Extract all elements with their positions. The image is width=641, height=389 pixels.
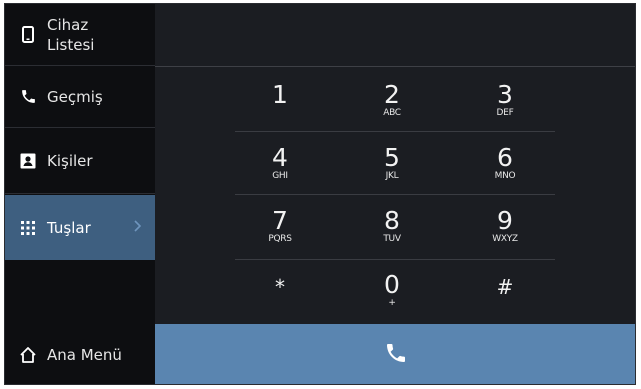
device-list-label-line2: Listesi <box>47 35 95 54</box>
key-digit: 7 <box>272 206 288 235</box>
sidebar-item-label: Ana Menü <box>47 346 122 364</box>
chevron-right-icon <box>134 219 142 236</box>
key-digit: 2 <box>384 80 400 109</box>
key-letters: GHI <box>272 171 288 181</box>
key-letters: JKL <box>385 171 399 181</box>
home-icon <box>19 346 37 364</box>
key-letters: DEF <box>496 108 514 118</box>
number-display <box>155 4 635 67</box>
key-5[interactable]: 5 JKL <box>344 143 440 182</box>
key-digit: 9 <box>497 206 513 235</box>
key-letters: MNO <box>494 171 516 181</box>
key-2[interactable]: 2 ABC <box>344 80 440 119</box>
sidebar-item-label: Tuşlar <box>47 218 91 237</box>
sidebar-item-label: Geçmiş <box>47 87 103 106</box>
phone-device-icon <box>19 26 37 44</box>
call-button[interactable] <box>155 324 635 384</box>
key-digit: 3 <box>497 80 513 109</box>
row-divider <box>235 194 555 195</box>
key-1[interactable]: 1 <box>232 82 328 108</box>
phone-handset-icon <box>19 88 37 106</box>
key-digit: 0 <box>384 270 400 299</box>
sidebar-item-keypad[interactable]: Tuşlar <box>5 195 155 260</box>
key-digit: 8 <box>384 206 400 235</box>
sidebar: Cihaz Listesi Geçmiş Kişiler Tuşlar Ana … <box>5 4 155 384</box>
key-digit: 1 <box>272 80 288 109</box>
key-9[interactable]: 9 WXYZ <box>457 206 553 245</box>
dialpad-grid-icon <box>19 219 37 237</box>
key-digit: # <box>496 275 514 299</box>
device-list-label-line1: Cihaz <box>47 15 89 34</box>
dialpad: 1 2 ABC 3 DEF 4 GHI 5 JKL 6 MNO 7 PQRS 8… <box>155 68 635 324</box>
key-digit: 4 <box>272 143 288 172</box>
sidebar-item-home[interactable]: Ana Menü <box>5 324 155 384</box>
key-letters: + <box>388 298 396 308</box>
dialer-screen: Cihaz Listesi Geçmiş Kişiler Tuşlar Ana … <box>4 3 636 385</box>
sidebar-item-history[interactable]: Geçmiş <box>5 66 155 128</box>
key-hash[interactable]: # <box>457 274 553 300</box>
contact-card-icon <box>19 152 37 170</box>
row-divider <box>235 131 555 132</box>
sidebar-item-contacts[interactable]: Kişiler <box>5 128 155 194</box>
row-divider <box>235 259 555 260</box>
sidebar-item-device-list[interactable]: Cihaz Listesi <box>5 4 155 66</box>
key-letters: TUV <box>383 234 401 244</box>
key-digit: 5 <box>384 143 400 172</box>
key-digit: 6 <box>497 143 513 172</box>
key-8[interactable]: 8 TUV <box>344 206 440 245</box>
call-icon <box>384 341 408 369</box>
key-4[interactable]: 4 GHI <box>232 143 328 182</box>
key-letters: ABC <box>383 108 401 118</box>
key-letters: PQRS <box>268 234 292 244</box>
key-digit: * <box>275 275 285 299</box>
key-6[interactable]: 6 MNO <box>457 143 553 182</box>
sidebar-item-label: Kişiler <box>47 151 93 170</box>
key-3[interactable]: 3 DEF <box>457 80 553 119</box>
key-0[interactable]: 0 + <box>344 270 440 309</box>
key-7[interactable]: 7 PQRS <box>232 206 328 245</box>
sidebar-item-label: Cihaz Listesi <box>47 15 94 55</box>
key-letters: WXYZ <box>492 234 518 244</box>
key-star[interactable]: * <box>232 274 328 300</box>
